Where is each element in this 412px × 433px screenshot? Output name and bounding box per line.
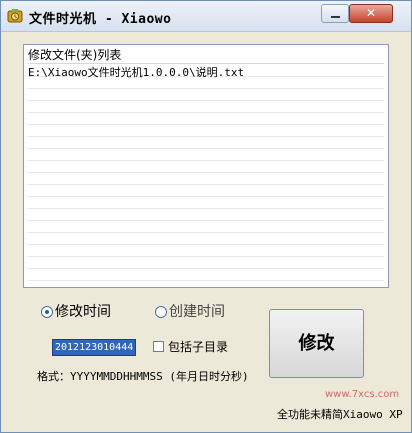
radio-icon bbox=[155, 306, 167, 318]
footer-text: 全功能未精简Xiaowo XP bbox=[277, 408, 403, 421]
window-title: 文件时光机 - Xiaowo bbox=[29, 12, 172, 27]
radio-icon bbox=[41, 306, 53, 318]
close-button[interactable]: ✕ bbox=[349, 4, 393, 23]
radio-selected-dot bbox=[45, 310, 49, 314]
time-input-box[interactable] bbox=[52, 339, 136, 356]
modify-button[interactable]: 修改 bbox=[269, 309, 364, 378]
create-time-label: 创建时间 bbox=[169, 304, 225, 320]
list-item[interactable]: E:\Xiaowo文件时光机1.0.0.0\说明.txt bbox=[28, 66, 384, 80]
modify-time-radio[interactable]: 修改时间 bbox=[41, 304, 151, 320]
list-ruled-lines bbox=[28, 65, 384, 285]
create-time-radio[interactable]: 创建时间 bbox=[155, 304, 265, 320]
minimize-icon bbox=[331, 16, 340, 18]
app-window: 文件时光机 - Xiaowo ✕ 修改文件(夹)列表 E:\Xiaowo文件时光… bbox=[0, 0, 412, 433]
watermark: www.7xcs.com bbox=[325, 389, 400, 400]
checkbox-icon bbox=[153, 341, 164, 352]
time-input[interactable] bbox=[55, 341, 133, 354]
modify-time-label: 修改时间 bbox=[55, 304, 111, 320]
title-bar[interactable]: 文件时光机 - Xiaowo ✕ bbox=[1, 1, 411, 32]
include-subdirs-label: 包括子目录 bbox=[168, 340, 229, 354]
app-logo-icon bbox=[7, 9, 23, 23]
close-icon: ✕ bbox=[365, 6, 377, 20]
include-subdirs-checkbox[interactable]: 包括子目录 bbox=[153, 340, 233, 354]
file-list-header: 修改文件(夹)列表 bbox=[28, 47, 384, 64]
file-list[interactable]: 修改文件(夹)列表 E:\Xiaowo文件时光机1.0.0.0\说明.txt bbox=[23, 44, 389, 288]
minimize-button[interactable] bbox=[321, 4, 349, 23]
format-hint: 格式：YYYYMMDDHHMMSS (年月日时分秒) bbox=[37, 370, 249, 383]
